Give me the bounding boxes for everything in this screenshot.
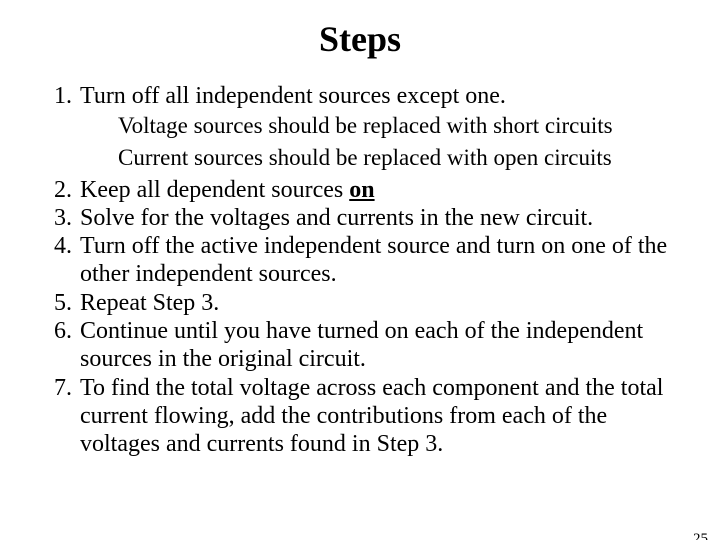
step-4: Turn off the active independent source a… — [78, 232, 692, 289]
step-2: Keep all dependent sources on — [78, 176, 692, 204]
slide-title: Steps — [0, 18, 720, 60]
slide-content: Turn off all independent sources except … — [0, 82, 720, 459]
page-number: 25 — [693, 531, 708, 540]
steps-list: Turn off all independent sources except … — [28, 82, 692, 459]
step-2-prefix: Keep all dependent sources — [80, 177, 349, 203]
step-5: Repeat Step 3. — [78, 289, 692, 317]
step-1: Turn off all independent sources except … — [78, 82, 692, 172]
step-1-text: Turn off all independent sources except … — [80, 83, 506, 109]
step-3: Solve for the voltages and currents in t… — [78, 204, 692, 232]
step-7: To find the total voltage across each co… — [78, 374, 692, 459]
step-1-sub-1: Voltage sources should be replaced with … — [118, 112, 692, 140]
slide: Steps Turn off all independent sources e… — [0, 18, 720, 540]
step-6: Continue until you have turned on each o… — [78, 317, 692, 374]
step-1-sub-2: Current sources should be replaced with … — [118, 144, 692, 172]
step-2-emph: on — [349, 177, 374, 203]
